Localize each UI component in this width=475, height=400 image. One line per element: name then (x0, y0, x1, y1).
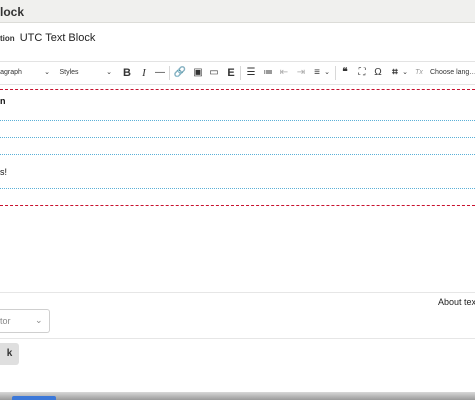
bold-button[interactable]: B (120, 62, 134, 84)
description-row: tion UTC Text Block (0, 32, 95, 44)
editor-toolbar: agraph ⌄ Styles ⌄ B I — 🔗 ▣ ▭ E ☰ ≔ ⇤ ⇥ … (0, 61, 475, 85)
action-button[interactable]: k (0, 343, 19, 365)
block-boundary (0, 120, 475, 121)
embed-button[interactable]: E (225, 62, 237, 84)
numbered-list-icon[interactable]: ≔ (261, 62, 275, 84)
block-boundary (0, 137, 475, 138)
divider (0, 338, 475, 339)
template-icon[interactable]: ⌗ (388, 62, 402, 84)
page-title: lock (0, 5, 25, 19)
bulleted-list-icon[interactable]: ☰ (244, 62, 258, 84)
chevron-down-icon[interactable]: ⌄ (401, 62, 409, 84)
fullscreen-icon[interactable]: ⛶ (355, 62, 369, 84)
toolbar-separator (240, 66, 241, 80)
italic-button[interactable]: I (138, 62, 150, 84)
horizontal-rule-button[interactable]: — (153, 62, 167, 84)
paragraph-format-dropdown[interactable]: agraph (0, 62, 22, 84)
blockquote-icon[interactable]: ❝ (338, 62, 352, 84)
styles-dropdown[interactable]: Styles (58, 62, 80, 84)
chevron-down-icon[interactable]: ⌄ (323, 62, 331, 84)
divider (0, 292, 475, 293)
media-icon[interactable]: ▭ (207, 62, 221, 84)
page-header: lock (0, 0, 475, 23)
indent-icon[interactable]: ⇥ (294, 62, 308, 84)
outdent-icon[interactable]: ⇤ (277, 62, 291, 84)
description-label: tion (0, 34, 15, 43)
chevron-down-icon[interactable]: ⌄ (43, 62, 51, 84)
text-format-value: tor (0, 316, 11, 326)
editor-content-area[interactable]: n s! (0, 89, 475, 206)
link-icon[interactable]: 🔗 (173, 62, 187, 84)
align-icon[interactable]: ≡ (310, 62, 324, 84)
block-boundary (0, 154, 475, 155)
toolbar-separator (169, 66, 170, 80)
chevron-down-icon[interactable]: ⌄ (105, 62, 113, 84)
editor-paragraph-text: s! (0, 167, 8, 177)
block-boundary (0, 188, 475, 189)
clear-formatting-icon[interactable]: Tx (412, 62, 426, 84)
window-footer (0, 392, 475, 400)
description-value: UTC Text Block (19, 32, 96, 44)
text-format-select[interactable]: tor ⌄ (0, 309, 50, 333)
toolbar-separator (335, 66, 336, 80)
about-text-formats-link[interactable]: About tex (438, 297, 475, 307)
language-dropdown[interactable]: Choose lang… (430, 62, 475, 84)
image-icon[interactable]: ▣ (191, 62, 205, 84)
editor-heading-text: n (0, 96, 6, 106)
chevron-down-icon: ⌄ (35, 315, 43, 325)
special-characters-icon[interactable]: Ω (372, 62, 384, 84)
footer-accent (12, 396, 56, 400)
